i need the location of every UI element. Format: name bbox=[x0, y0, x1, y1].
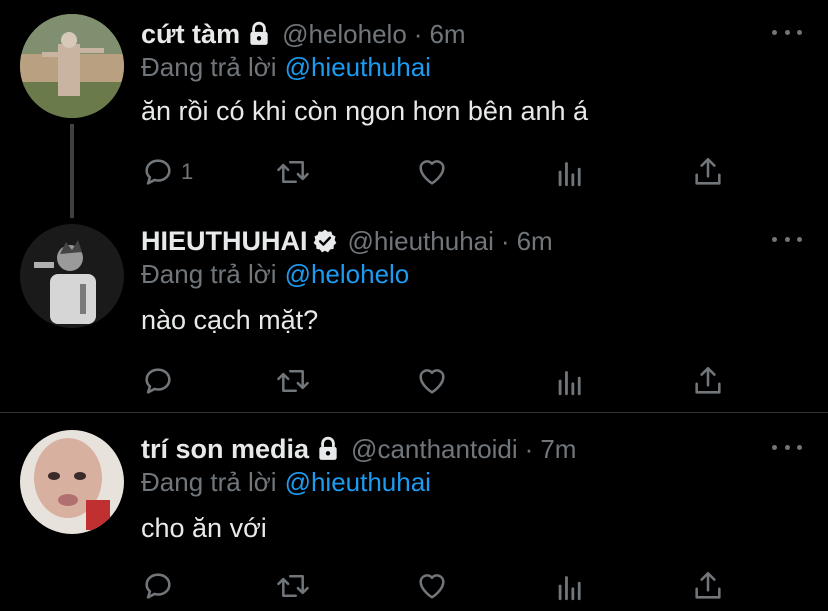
tweet-text: ăn rồi có khi còn ngon hơn bên anh á bbox=[141, 96, 589, 126]
retweet-icon bbox=[277, 370, 309, 392]
reply-context: Đang trả lời @helohelo bbox=[141, 259, 409, 290]
analytics-button[interactable] bbox=[553, 363, 587, 399]
separator-dot: · bbox=[413, 18, 423, 49]
timestamp[interactable]: 6m bbox=[429, 19, 465, 50]
reply-context: Đang trả lời @hieuthuhai bbox=[141, 52, 431, 83]
timestamp[interactable]: 7m bbox=[540, 434, 576, 465]
user-handle[interactable]: @hieuthuhai bbox=[348, 226, 494, 257]
share-icon bbox=[695, 571, 721, 599]
retweet-button[interactable] bbox=[275, 154, 311, 190]
retweet-icon bbox=[277, 575, 309, 597]
like-icon bbox=[419, 574, 445, 599]
retweet-button[interactable] bbox=[275, 568, 311, 604]
analytics-icon bbox=[558, 576, 581, 601]
separator-dot: · bbox=[500, 225, 510, 256]
reply-prefix: Đang trả lời bbox=[141, 52, 277, 82]
like-button[interactable] bbox=[415, 568, 449, 604]
analytics-button[interactable] bbox=[553, 154, 587, 190]
action-bar bbox=[141, 568, 741, 604]
like-button[interactable] bbox=[415, 363, 449, 399]
share-button[interactable] bbox=[691, 568, 725, 604]
display-name[interactable]: cứt tàm bbox=[141, 19, 240, 50]
tweet-header: trí son media @canthantoidi · 7m bbox=[141, 431, 576, 467]
reply-button[interactable] bbox=[141, 568, 181, 604]
tweet-text: cho ăn với bbox=[141, 513, 267, 543]
display-name[interactable]: HIEUTHUHAI bbox=[141, 226, 308, 257]
user-handle[interactable]: @helohelo bbox=[282, 19, 407, 50]
share-button[interactable] bbox=[691, 154, 725, 190]
analytics-icon bbox=[558, 162, 581, 187]
more-options-icon[interactable] bbox=[772, 437, 802, 457]
share-icon bbox=[695, 157, 721, 185]
like-icon bbox=[419, 369, 445, 394]
verified-badge-icon bbox=[312, 228, 338, 254]
analytics-icon bbox=[558, 371, 581, 396]
thread-line bbox=[70, 124, 74, 218]
action-bar bbox=[141, 363, 741, 399]
reply-icon bbox=[145, 368, 171, 394]
reply-icon bbox=[145, 573, 171, 599]
more-options-icon[interactable] bbox=[772, 229, 802, 249]
share-button[interactable] bbox=[691, 363, 725, 399]
like-button[interactable] bbox=[415, 154, 449, 190]
reply-prefix: Đang trả lời bbox=[141, 259, 277, 289]
lock-icon bbox=[246, 21, 272, 47]
reply-prefix: Đang trả lời bbox=[141, 467, 277, 497]
lock-icon bbox=[315, 436, 341, 462]
reply-count: 1 bbox=[181, 159, 194, 184]
avatar[interactable] bbox=[20, 224, 124, 328]
reply-button[interactable]: 1 bbox=[141, 154, 193, 190]
tweet-2[interactable]: HIEUTHUHAI @hieuthuhai · 6m Đang trả lời… bbox=[0, 215, 828, 412]
analytics-button[interactable] bbox=[553, 568, 587, 604]
tweet-1[interactable]: cứt tàm @helohelo · 6m Đang trả lời @hieu… bbox=[0, 0, 828, 218]
tweet-header: cứt tàm @helohelo · 6m bbox=[141, 16, 466, 52]
avatar[interactable] bbox=[20, 14, 124, 118]
mention-link[interactable]: @helohelo bbox=[285, 259, 410, 289]
mention-link[interactable]: @hieuthuhai bbox=[285, 467, 431, 497]
mention-link[interactable]: @hieuthuhai bbox=[285, 52, 431, 82]
tweet-header: HIEUTHUHAI @hieuthuhai · 6m bbox=[141, 223, 553, 259]
display-name[interactable]: trí son media bbox=[141, 434, 309, 465]
retweet-button[interactable] bbox=[275, 363, 311, 399]
tweet-text: nào cạch mặt? bbox=[141, 305, 319, 335]
tweet-3[interactable]: trí son media @canthantoidi · 7m Đang tr… bbox=[0, 413, 828, 611]
timestamp[interactable]: 6m bbox=[517, 226, 553, 257]
user-handle[interactable]: @canthantoidi bbox=[351, 434, 518, 465]
reply-context: Đang trả lời @hieuthuhai bbox=[141, 467, 431, 498]
action-bar: 1 bbox=[141, 154, 741, 190]
separator-dot: · bbox=[524, 433, 534, 464]
retweet-icon bbox=[277, 161, 309, 183]
like-icon bbox=[419, 160, 445, 185]
reply-button[interactable] bbox=[141, 363, 181, 399]
share-icon bbox=[695, 366, 721, 394]
more-options-icon[interactable] bbox=[772, 22, 802, 42]
avatar[interactable] bbox=[20, 430, 124, 534]
reply-icon bbox=[145, 159, 171, 185]
